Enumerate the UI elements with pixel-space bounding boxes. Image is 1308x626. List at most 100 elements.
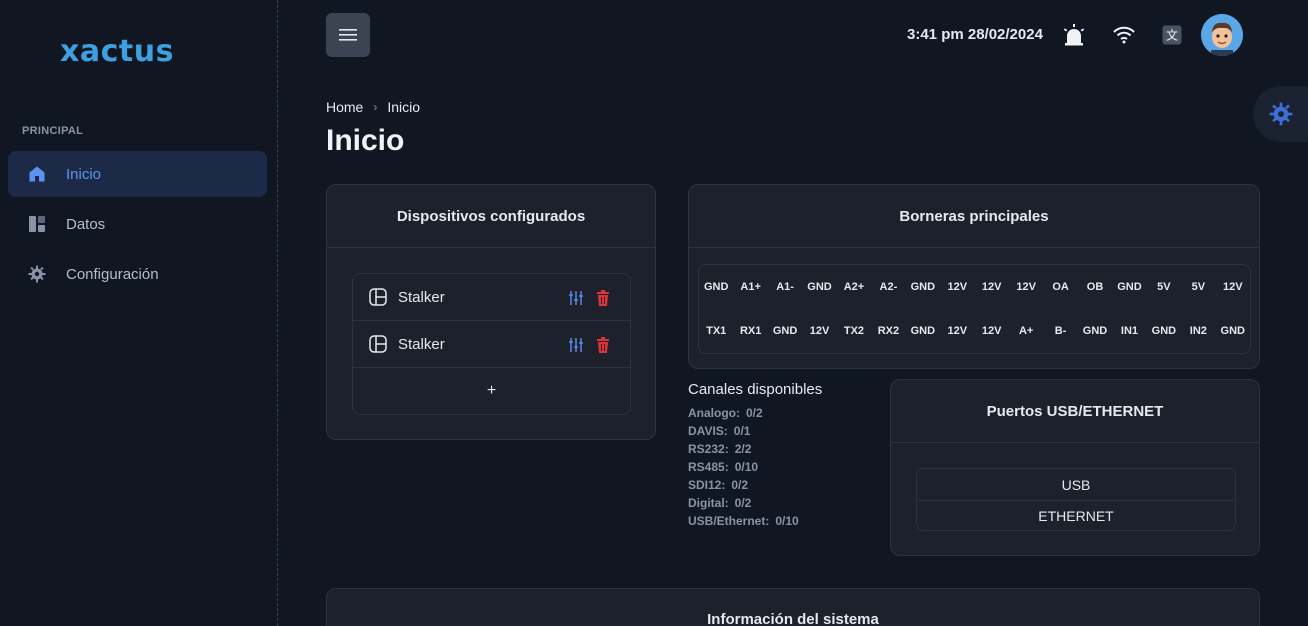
channel-item: DAVIS: 0/1 — [688, 424, 822, 442]
sidebar-item-label: Configuración — [66, 265, 159, 283]
channel-item: Digital: 0/2 — [688, 496, 822, 514]
breadcrumb-current: Inicio — [387, 99, 421, 115]
channel-value: 0/10 — [775, 514, 799, 528]
terminal-cell: 12V — [947, 281, 968, 293]
add-device-button[interactable]: + — [353, 368, 630, 414]
device-name: Stalker — [398, 335, 445, 353]
channels-panel: Canales disponibles Analogo: 0/2 DAVIS: 0/1… — [688, 381, 822, 532]
channels-title: Canales disponibles — [688, 381, 823, 398]
channel-label: RS232: — [688, 442, 729, 456]
sidebar-item-label: Inicio — [66, 165, 102, 183]
terminals-card: Borneras principales GND A1+ A1- GND A2+ A2- G… — [688, 184, 1260, 369]
terminal-cell: A1+ — [740, 281, 761, 293]
ports-card: Puertos USB/ETHERNET USB ETHERNET — [890, 379, 1260, 556]
terminal-cell: 12V — [809, 325, 830, 337]
channel-list: Analogo: 0/2 DAVIS: 0/1 RS232: 2/2 RS485: 0/10 S… — [688, 406, 822, 532]
sliders-icon[interactable] — [569, 337, 583, 353]
channel-value: 0/2 — [731, 478, 749, 492]
terminal-cell: A2+ — [843, 281, 865, 293]
wifi-icon[interactable] — [1111, 22, 1137, 48]
dashboard-icon — [28, 215, 46, 233]
page-title: Inicio — [326, 124, 405, 157]
terminal-cell: GND — [1151, 325, 1177, 337]
channel-item: USB/Ethernet: 0/10 — [688, 514, 822, 532]
list-item[interactable]: Stalker — [353, 274, 630, 321]
terminal-cell: GND — [1082, 325, 1108, 337]
channel-label: SDI12: — [688, 478, 726, 492]
device-list: Stalker Stalker + — [352, 273, 631, 415]
app-logo[interactable]: xactus — [60, 34, 174, 69]
channel-item: RS485: 0/10 — [688, 460, 822, 478]
system-info-card: Información del sistema — [326, 588, 1260, 626]
language-icon[interactable]: 文 — [1159, 22, 1185, 48]
terminal-cell: IN1 — [1120, 325, 1139, 337]
terminal-cell: B- — [1054, 325, 1067, 337]
terminal-cell: A+ — [1018, 325, 1034, 337]
sidebar-item-datos[interactable]: Datos — [8, 201, 267, 247]
sidebar-item-configuracion[interactable]: Configuración — [8, 251, 267, 297]
device-name: Stalker — [398, 288, 445, 306]
terminal-cell: 12V — [1016, 281, 1036, 293]
gear-icon — [28, 265, 46, 283]
breadcrumb: Home › Inicio — [326, 99, 420, 115]
channel-value: 0/1 — [733, 424, 751, 438]
device-icon — [369, 335, 387, 353]
terminal-cell: GND — [1117, 281, 1142, 293]
devices-card-title: Dispositivos configurados — [327, 185, 655, 248]
terminal-cell: GND — [772, 325, 798, 337]
terminal-cell: A2- — [879, 281, 898, 293]
datetime-display: 3:41 pm 28/02/2024 — [907, 26, 1043, 43]
avatar[interactable] — [1201, 14, 1243, 56]
home-icon — [28, 165, 46, 183]
terminal-cell: TX1 — [706, 325, 727, 337]
terminals-row: TX1 RX1 GND 12V TX2 RX2 GND 12V 12V A+ B- GND IN1 GND… — [699, 309, 1250, 353]
terminal-cell: IN2 — [1189, 325, 1207, 337]
terminal-cell: 5V — [1157, 281, 1171, 293]
terminal-cell: 12V — [947, 325, 968, 337]
settings-fab-button[interactable] — [1253, 86, 1308, 142]
terminal-cell: GND — [1220, 325, 1245, 337]
terminal-cell: A1- — [776, 281, 794, 293]
svg-text:文: 文 — [1166, 28, 1178, 43]
terminal-cell: GND — [807, 281, 832, 293]
channel-value: 0/2 — [746, 406, 763, 420]
list-item[interactable]: Stalker — [353, 321, 630, 368]
port-ethernet[interactable]: ETHERNET — [917, 500, 1235, 531]
chevron-right-icon: › — [373, 100, 378, 114]
trash-icon[interactable] — [596, 337, 610, 353]
terminal-cell: GND — [703, 281, 729, 293]
terminal-cell: 5V — [1191, 281, 1206, 293]
terminal-cell: 12V — [981, 325, 1002, 337]
port-usb[interactable]: USB — [917, 469, 1235, 500]
ports-card-title: Puertos USB/ETHERNET — [891, 380, 1259, 443]
terminal-cell: GND — [910, 325, 936, 337]
terminal-cell: OB — [1086, 281, 1104, 293]
terminal-cell: GND — [910, 281, 936, 293]
breadcrumb-home-link[interactable]: Home — [326, 99, 363, 115]
channel-item: SDI12: 0/2 — [688, 478, 822, 496]
alarm-light-icon[interactable] — [1061, 22, 1087, 48]
channel-value: 0/10 — [734, 460, 759, 474]
terminal-cell: 12V — [1222, 281, 1243, 293]
channel-item: RS232: 2/2 — [688, 442, 822, 460]
menu-toggle-button[interactable] — [326, 13, 370, 57]
terminal-cell: OA — [1052, 281, 1069, 293]
trash-icon[interactable] — [596, 290, 610, 306]
channel-label: RS485: — [688, 460, 729, 474]
channel-label: Digital: — [688, 496, 729, 510]
gear-icon — [1269, 102, 1293, 126]
terminal-cell: RX2 — [877, 325, 900, 337]
terminals-row: GND A1+ A1- GND A2+ A2- GND 12V 12V 12V OA OB GND 5V 5… — [699, 265, 1250, 309]
terminal-cell: RX1 — [739, 325, 762, 337]
device-icon — [369, 288, 387, 306]
channel-label: Analogo: — [688, 406, 740, 420]
sliders-icon[interactable] — [569, 290, 583, 306]
terminals-table: GND A1+ A1- GND A2+ A2- GND 12V 12V 12V OA OB GND 5V 5… — [698, 264, 1251, 354]
sidebar-section-label: PRINCIPAL — [22, 125, 84, 137]
channel-value: 2/2 — [734, 442, 752, 456]
sidebar-item-label: Datos — [66, 215, 106, 233]
terminal-cell: 12V — [981, 281, 1002, 293]
terminal-cell: TX2 — [843, 325, 865, 337]
channel-label: USB/Ethernet: — [688, 514, 770, 528]
sidebar-item-inicio[interactable]: Inicio — [8, 151, 267, 197]
